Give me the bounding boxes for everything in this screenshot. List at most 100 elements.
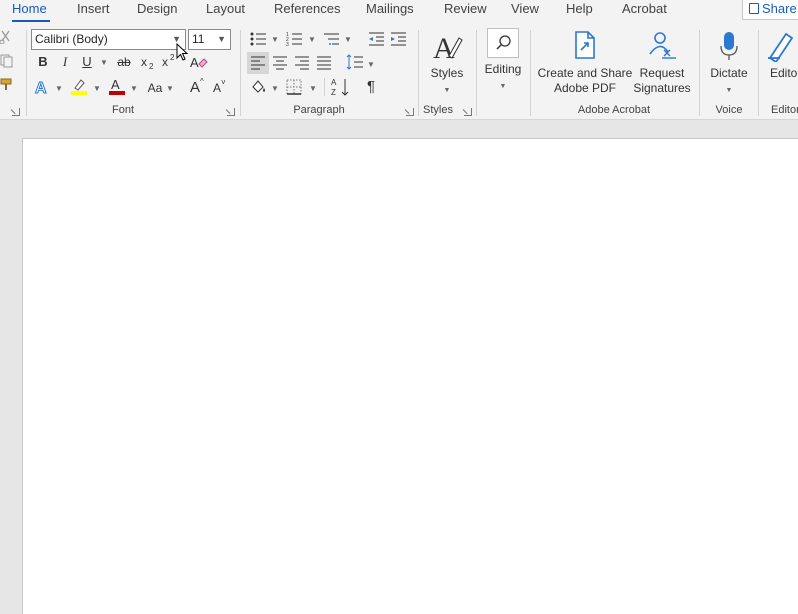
numbering-icon[interactable]: 123 [286,31,304,47]
styles-launcher-icon[interactable] [464,108,472,116]
tab-insert[interactable]: Insert [77,1,110,16]
show-formatting-marks-button[interactable]: ¶ [362,77,380,97]
justify-icon[interactable] [316,55,332,71]
sort-icon[interactable]: AZ [331,77,351,97]
line-spacing-dropdown-icon[interactable]: ▼ [367,60,375,69]
editor-pen-icon [768,32,794,64]
tab-layout[interactable]: Layout [206,1,245,16]
subscript-icon[interactable]: x2 [140,56,156,70]
separator [418,30,419,116]
request-sig-label-2: Signatures [633,81,691,95]
chevron-down-icon: ▼ [443,87,451,94]
decrease-indent-icon[interactable] [368,31,386,47]
svg-text:x: x [162,55,168,68]
font-size-value: 11 [192,32,205,46]
increase-indent-icon[interactable] [390,31,408,47]
font-name-combo[interactable]: Calibri (Body) ▼ [31,29,186,50]
share-button[interactable]: Share [742,0,798,20]
highlight-dropdown-icon[interactable]: ▼ [93,84,101,93]
tab-acrobat[interactable]: Acrobat [622,1,667,16]
chevron-down-icon: ▼ [217,34,226,44]
tab-mailings[interactable]: Mailings [366,1,414,16]
grow-font-icon[interactable]: A ^ [189,77,207,95]
align-left-icon [251,56,265,70]
shrink-font-icon[interactable]: A ˅ [212,79,230,97]
search-icon [496,35,511,50]
pdf-share-icon [575,31,595,59]
font-size-combo[interactable]: 11 ▼ [188,29,231,50]
tab-help[interactable]: Help [566,1,593,16]
font-launcher-icon[interactable] [227,108,235,116]
borders-icon[interactable] [286,79,302,95]
line-spacing-icon[interactable] [346,54,364,72]
text-effects-dropdown-icon[interactable]: ▼ [55,84,63,93]
clipboard-launcher-icon[interactable] [12,108,20,116]
cut-icon[interactable] [0,30,14,44]
dictate-button[interactable]: Dictate ▼ [706,30,752,98]
tab-home[interactable]: Home [12,1,47,16]
italic-button[interactable]: I [57,52,73,72]
editing-label: Editing [484,62,522,76]
svg-text:A: A [111,77,120,92]
borders-dropdown-icon[interactable]: ▼ [309,84,317,93]
dictate-label: Dictate [710,66,748,80]
tab-review[interactable]: Review [444,1,487,16]
multilevel-list-icon[interactable] [323,31,341,47]
tab-design[interactable]: Design [137,1,177,16]
shading-dropdown-icon[interactable]: ▼ [271,84,279,93]
svg-text:A: A [331,78,337,87]
text-effects-icon[interactable]: A [34,78,52,97]
numbering-dropdown-icon[interactable]: ▼ [308,35,316,44]
multilevel-dropdown-icon[interactable]: ▼ [344,35,352,44]
clear-formatting-icon[interactable]: A [190,54,208,72]
editor-label: Editor [770,66,798,80]
align-center-icon[interactable] [272,55,288,71]
create-share-label-1: Create and Share [537,66,633,80]
separator [758,30,759,116]
styles-group-label: Styles [423,104,453,116]
strikethrough-button[interactable]: ab [114,52,134,72]
underline-button[interactable]: U [79,52,95,72]
copy-icon[interactable] [0,54,14,68]
change-case-dropdown-icon[interactable]: ▼ [166,84,174,93]
format-painter-icon[interactable] [0,78,14,92]
separator [530,30,531,116]
highlight-color-icon[interactable] [70,77,88,95]
font-name-value: Calibri (Body) [35,32,108,46]
paragraph-launcher-icon[interactable] [406,108,414,116]
bullets-dropdown-icon[interactable]: ▼ [271,35,279,44]
font-color-icon[interactable]: A [108,77,126,95]
svg-text:2: 2 [170,54,175,62]
chevron-down-icon: ▼ [499,83,507,90]
svg-text:A: A [35,80,47,96]
svg-text:Z: Z [331,88,336,97]
bullets-icon[interactable] [250,31,268,47]
request-signatures-button[interactable]: Request Signatures [631,30,693,96]
editing-icon-box [487,28,519,58]
svg-text:˅: ˅ [221,79,226,87]
underline-dropdown-icon[interactable]: ▼ [100,58,108,67]
svg-text:A: A [190,79,200,95]
styles-gallery-icon: A [433,32,463,65]
svg-text:3: 3 [286,42,289,47]
signature-icon [649,32,676,59]
svg-text:x: x [141,56,147,69]
tab-view[interactable]: View [511,1,539,16]
ribbon-tab-bar: Home Insert Design Layout References Mai… [0,0,798,22]
editor-button[interactable]: Editor [764,30,798,81]
tab-references[interactable]: References [274,1,340,16]
align-right-icon[interactable] [294,55,310,71]
superscript-icon[interactable]: x2 [161,54,177,68]
bold-button[interactable]: B [35,52,51,72]
styles-button[interactable]: A Styles ▼ [424,30,470,98]
svg-text:A: A [190,55,199,70]
editor-group-label: Editor [771,104,798,116]
change-case-button[interactable]: Aa [144,78,166,98]
create-share-pdf-button[interactable]: Create and Share Adobe PDF [537,30,633,96]
document-page[interactable] [22,138,798,614]
editing-button[interactable]: Editing ▼ [481,28,525,94]
acrobat-group-label: Adobe Acrobat [577,104,651,116]
font-group-label: Font [111,104,134,116]
font-color-dropdown-icon[interactable]: ▼ [130,84,138,93]
shading-icon[interactable] [250,78,268,96]
